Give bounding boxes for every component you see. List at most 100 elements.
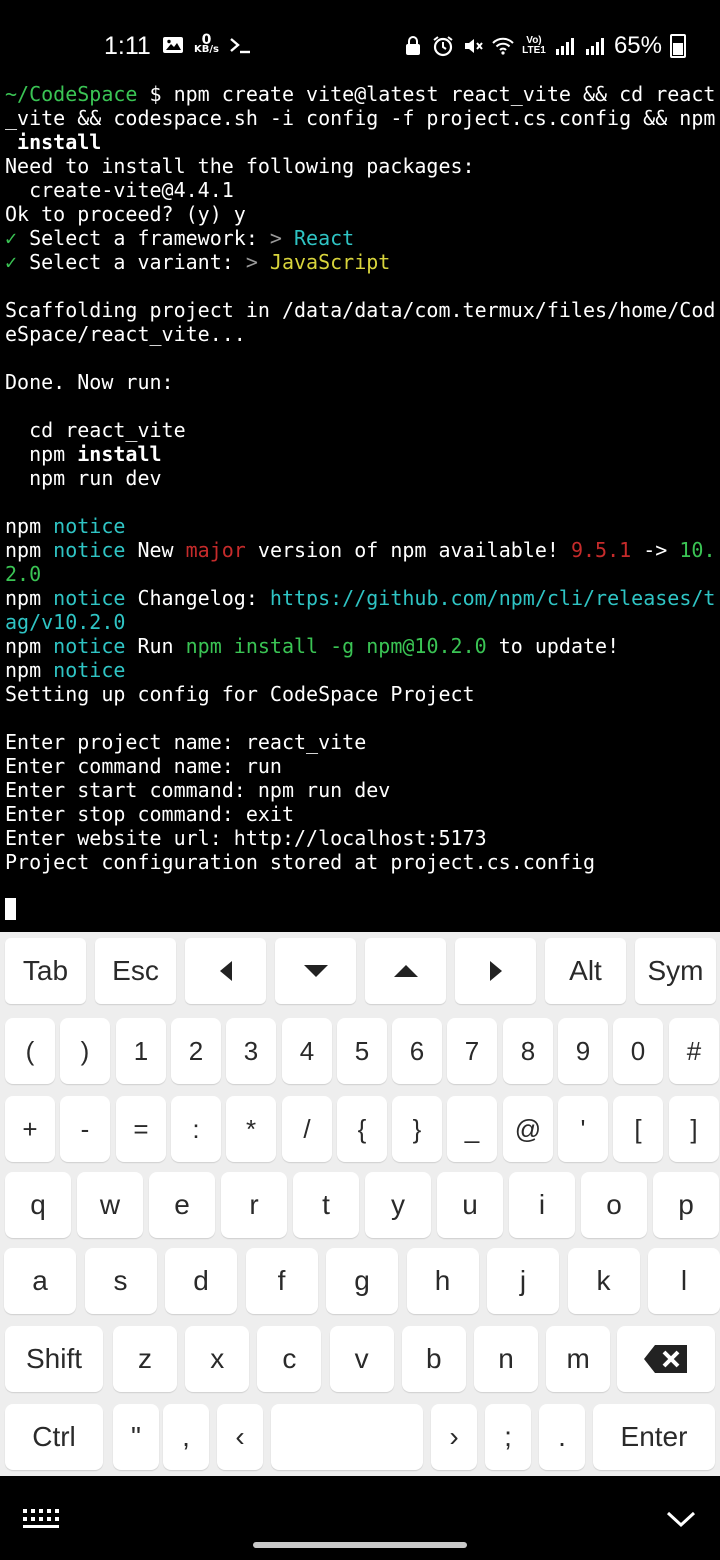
key-v[interactable]: v <box>329 1326 394 1392</box>
terminal-text: cd react_vite <box>5 418 186 442</box>
key-o[interactable]: o <box>581 1172 647 1238</box>
key-row1-12[interactable]: # <box>669 1018 719 1084</box>
less-than-key[interactable]: ‹ <box>217 1404 263 1470</box>
terminal-text: notice <box>53 658 126 682</box>
key-t[interactable]: t <box>293 1172 359 1238</box>
terminal-text: npm run dev <box>5 466 162 490</box>
terminal-line: Need to install the following packages: <box>5 154 717 178</box>
terminal-text: ✓ <box>5 250 18 274</box>
key-f[interactable]: f <box>245 1248 318 1314</box>
shift-key[interactable]: Shift <box>5 1326 103 1392</box>
key-r[interactable]: r <box>221 1172 287 1238</box>
key-j[interactable]: j <box>487 1248 559 1314</box>
key-row2-11[interactable]: [ <box>613 1096 663 1162</box>
key-row2-8[interactable]: _ <box>447 1096 497 1162</box>
key-b[interactable]: b <box>401 1326 466 1392</box>
key-w[interactable]: w <box>77 1172 143 1238</box>
backspace-icon <box>644 1345 687 1373</box>
gesture-handle[interactable] <box>253 1542 467 1548</box>
key-a[interactable]: a <box>4 1248 76 1314</box>
key-row1-5[interactable]: 4 <box>282 1018 332 1084</box>
key-row1-0[interactable]: ( <box>5 1018 55 1084</box>
chevron-down-icon[interactable] <box>666 1510 696 1528</box>
terminal-text: Run <box>125 634 186 658</box>
tab-key[interactable]: Tab <box>5 938 86 1004</box>
backspace-key[interactable] <box>617 1326 715 1392</box>
key-row1-10[interactable]: 9 <box>558 1018 608 1084</box>
terminal-text: ✓ <box>5 226 18 250</box>
key-row2-2[interactable]: = <box>116 1096 166 1162</box>
mute-icon <box>464 39 483 53</box>
key-i[interactable]: i <box>509 1172 575 1238</box>
quote-key[interactable]: " <box>113 1404 159 1470</box>
key-row2-6[interactable]: { <box>337 1096 387 1162</box>
key-row2-1[interactable]: - <box>60 1096 110 1162</box>
key-row1-6[interactable]: 5 <box>337 1018 387 1084</box>
ctrl-key[interactable]: Ctrl <box>5 1404 103 1470</box>
up-arrow-key[interactable] <box>365 938 446 1004</box>
terminal-text: notice <box>53 586 126 610</box>
down-arrow-key[interactable] <box>275 938 356 1004</box>
terminal-text: install <box>77 442 162 466</box>
greater-than-key[interactable]: › <box>431 1404 477 1470</box>
key-s[interactable]: s <box>84 1248 157 1314</box>
key-row1-9[interactable]: 8 <box>503 1018 553 1084</box>
key-row1-11[interactable]: 0 <box>613 1018 663 1084</box>
key-row2-10[interactable]: ' <box>558 1096 608 1162</box>
key-row2-7[interactable]: } <box>392 1096 442 1162</box>
right-arrow-key[interactable] <box>455 938 536 1004</box>
key-m[interactable]: m <box>546 1326 611 1392</box>
terminal-text: > <box>245 250 258 274</box>
key-row1-3[interactable]: 2 <box>171 1018 221 1084</box>
terminal-text: Select a framework: <box>17 226 270 250</box>
terminal-output[interactable]: ~/CodeSpace $ npm create vite@latest rea… <box>5 82 717 922</box>
key-row2-3[interactable]: : <box>171 1096 221 1162</box>
terminal-text: 2.0 <box>5 562 42 586</box>
terminal-text: Need to install the following packages: <box>5 154 475 178</box>
esc-key[interactable]: Esc <box>95 938 176 1004</box>
key-row2-12[interactable]: ] <box>669 1096 719 1162</box>
key-c[interactable]: c <box>257 1326 322 1392</box>
key-p[interactable]: p <box>653 1172 719 1238</box>
terminal-text: React <box>294 226 355 250</box>
comma-key[interactable]: , <box>163 1404 209 1470</box>
key-g[interactable]: g <box>326 1248 398 1314</box>
terminal-text: npm <box>5 538 54 562</box>
key-row1-7[interactable]: 6 <box>392 1018 442 1084</box>
key-q[interactable]: q <box>5 1172 71 1238</box>
key-row2-5[interactable]: / <box>282 1096 332 1162</box>
alt-key[interactable]: Alt <box>545 938 626 1004</box>
key-l[interactable]: l <box>648 1248 720 1314</box>
semicolon-key[interactable]: ; <box>485 1404 531 1470</box>
key-row1-2[interactable]: 1 <box>116 1018 166 1084</box>
space-key[interactable] <box>271 1404 423 1470</box>
battery-percent: 65% <box>613 32 662 59</box>
key-row2-0[interactable]: + <box>5 1096 55 1162</box>
key-row2-9[interactable]: @ <box>503 1096 553 1162</box>
terminal-line: eSpace/react_vite... <box>5 322 717 346</box>
keyboard-icon[interactable] <box>22 1508 60 1530</box>
terminal-line: ~/CodeSpace $ npm create vite@latest rea… <box>5 82 717 106</box>
key-n[interactable]: n <box>474 1326 538 1392</box>
sym-key[interactable]: Sym <box>635 938 716 1004</box>
period-key[interactable]: . <box>539 1404 585 1470</box>
left-arrow-key[interactable] <box>185 938 266 1004</box>
key-row2-4[interactable]: * <box>226 1096 276 1162</box>
terminal-text: Scaffolding project in /data/data/com.te… <box>5 298 716 322</box>
terminal-line: Ok to proceed? (y) y <box>5 202 717 226</box>
key-u[interactable]: u <box>437 1172 503 1238</box>
terminal-text: major <box>185 538 246 562</box>
key-y[interactable]: y <box>365 1172 431 1238</box>
key-row1-4[interactable]: 3 <box>226 1018 276 1084</box>
key-h[interactable]: h <box>406 1248 479 1314</box>
key-row1-8[interactable]: 7 <box>447 1018 497 1084</box>
key-z[interactable]: z <box>113 1326 177 1392</box>
key-e[interactable]: e <box>149 1172 215 1238</box>
enter-key[interactable]: Enter <box>593 1404 715 1470</box>
key-k[interactable]: k <box>567 1248 640 1314</box>
key-d[interactable]: d <box>165 1248 237 1314</box>
terminal-line: Enter start command: npm run dev <box>5 778 717 802</box>
key-row1-1[interactable]: ) <box>60 1018 110 1084</box>
key-x[interactable]: x <box>185 1326 250 1392</box>
